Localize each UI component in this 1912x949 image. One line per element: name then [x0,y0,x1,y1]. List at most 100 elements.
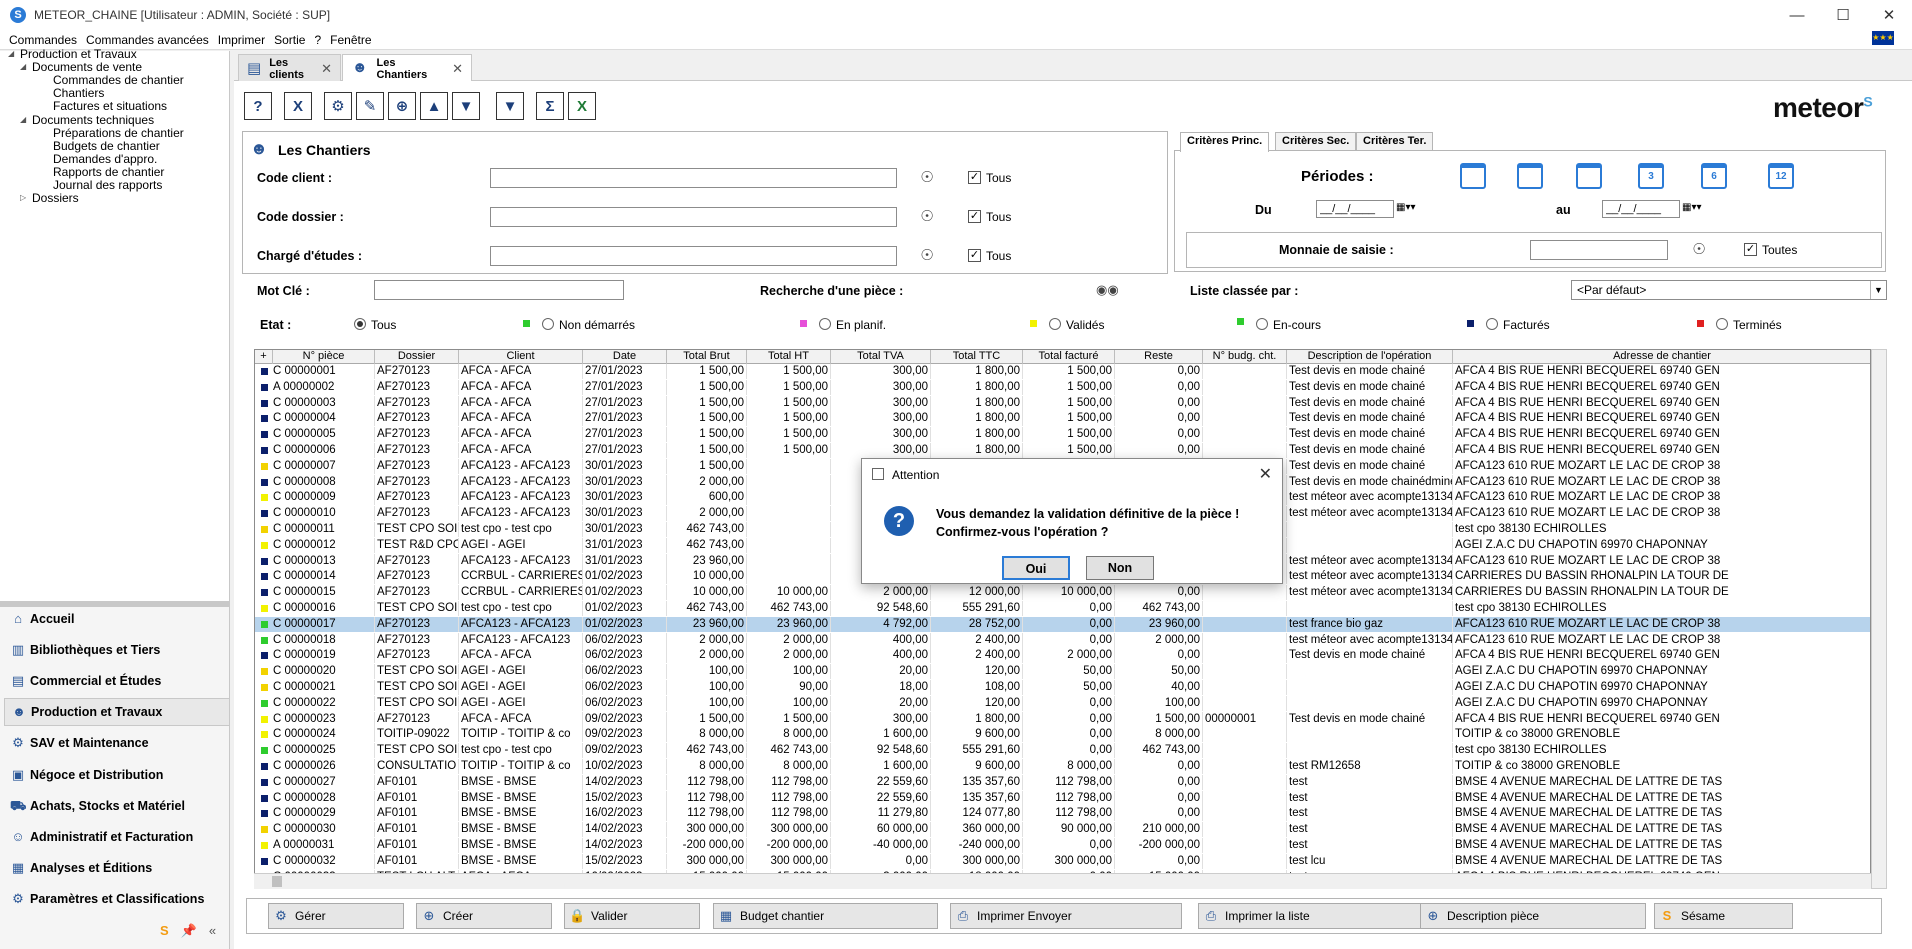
calendar-week-icon[interactable] [1517,163,1543,189]
non-button[interactable]: Non [1086,556,1154,580]
minimize-button[interactable]: — [1774,0,1820,30]
column-header[interactable]: Date [583,350,667,364]
menu-item[interactable]: Commandes [9,33,77,47]
tab-les-clients[interactable]: ▤ Les clients ✕ [238,54,341,82]
table-row[interactable]: C 00000023 AF270123 AFCA - AFCA 09/02/2023 1… [255,711,1870,727]
table-row[interactable]: C 00000003 AF270123 AFCA - AFCA 27/01/2023 1… [255,395,1870,411]
column-header[interactable]: N° pièce [273,350,375,364]
close-tab-icon[interactable]: ✕ [452,61,463,77]
nav-item[interactable]: ▥ Bibliothèques et Tiers [4,636,230,664]
menu-item[interactable]: Fenêtre [330,33,371,47]
maximize-button[interactable]: ☐ [1820,0,1866,30]
column-header[interactable]: Dossier [375,350,459,364]
move-down-button[interactable]: ▼ [452,92,480,120]
column-header[interactable]: Client [459,350,583,364]
menu-item[interactable]: Sortie [274,33,305,47]
tous-client-checkbox[interactable]: ✓ [968,171,981,184]
filter-button[interactable]: ▼ [496,92,524,120]
settings-button[interactable]: ⚙ [324,92,352,120]
calendar-3-months-icon[interactable]: 3 [1638,163,1664,189]
menu-item[interactable]: ? [314,33,321,47]
charge-etudes-input[interactable] [490,246,897,266]
vertical-scrollbar[interactable] [1871,349,1887,889]
table-row[interactable]: A 00000031 AF0101 BMSE - BMSE 14/02/2023 -20… [255,838,1870,853]
add-button[interactable]: ⊕ [388,92,416,120]
nav-item[interactable]: ⌂ Accueil [4,605,230,633]
table-row[interactable]: C 00000021 TEST CPO SOI AGEI - AGEI 06/02/2… [255,680,1870,695]
table-row[interactable]: C 00000005 AF270123 AFCA - AFCA 27/01/2023 1… [255,427,1870,443]
sum-button[interactable]: Σ [536,92,564,120]
tree-item[interactable]: Chantiers [53,86,104,100]
table-row[interactable]: C 00000018 AF270123 AFCA123 - AFCA123 06/02… [255,632,1870,648]
tous-dossier-checkbox[interactable]: ✓ [968,210,981,223]
date-from-input[interactable] [1316,200,1394,218]
column-header[interactable]: Reste [1115,350,1203,364]
table-row[interactable]: C 00000027 AF0101 BMSE - BMSE 14/02/2023 112… [255,774,1870,790]
table-row[interactable]: C 00000022 TEST CPO SOI AGEI - AGEI 06/02/2… [255,695,1870,711]
tree-item[interactable]: Rapports de chantier [53,165,164,179]
tree-expanded-icon[interactable]: ◢ [20,62,26,71]
edit-button[interactable]: ✎ [356,92,384,120]
picker-icon[interactable]: ☉ [918,208,936,226]
tree-item[interactable]: Documents techniques [32,113,154,127]
nav-item[interactable]: ☺ Administratif et Facturation [4,823,230,851]
table-row[interactable]: C 00000024 TOITIP-09022 TOITIP - TOITIP & … [255,727,1870,743]
move-up-button[interactable]: ▲ [420,92,448,120]
tree-expanded-icon[interactable]: ◢ [8,49,14,58]
oui-button[interactable]: Oui [1002,556,1070,580]
table-row[interactable]: C 00000025 TEST CPO SOI test cpo - test cp… [255,743,1870,759]
table-row[interactable]: C 00000001 AF270123 AFCA - AFCA 27/01/2023 1… [255,364,1870,379]
calendar-month-icon[interactable] [1576,163,1602,189]
column-header[interactable]: Total HT [747,350,831,364]
mot-cle-input[interactable] [374,280,624,300]
column-header[interactable]: Total TTC [931,350,1023,364]
table-row[interactable]: C 00000019 AF270123 AFCA - AFCA 06/02/2023 2… [255,648,1870,664]
table-row[interactable]: C 00000020 TEST CPO SOI AGEI - AGEI 06/02/2… [255,664,1870,680]
nav-item[interactable]: ⚙ Paramètres et Classifications [4,885,230,913]
close-window-button[interactable]: ✕ [1866,0,1912,30]
column-header[interactable]: Description de l'opération [1287,350,1453,364]
table-row[interactable]: C 00000030 AF0101 BMSE - BMSE 14/02/2023 300… [255,822,1870,838]
tree-item[interactable]: Factures et situations [53,99,167,113]
table-row[interactable]: C 00000032 AF0101 BMSE - BMSE 15/02/2023 300… [255,853,1870,869]
tree-item[interactable]: Dossiers [32,191,79,205]
close-tab-icon[interactable]: ✕ [321,61,332,77]
collapse-icon[interactable]: « [209,923,216,939]
tab-les-chantiers[interactable]: ☻ Les Chantiers ✕ [342,54,472,82]
tree-item[interactable]: Commandes de chantier [53,73,184,87]
tree-item[interactable]: Budgets de chantier [53,139,160,153]
pin-icon[interactable]: 📌 [181,923,197,939]
horizontal-scrollbar[interactable] [254,873,1871,889]
nav-item[interactable]: ☻ Production et Travaux [4,698,230,727]
column-header[interactable]: Total Brut [667,350,747,364]
monnaie-input[interactable] [1530,240,1668,260]
table-row[interactable]: C 00000028 AF0101 BMSE - BMSE 15/02/2023 112… [255,790,1870,806]
column-header[interactable]: Total TVA [831,350,931,364]
picker-icon[interactable]: ☉ [918,169,936,187]
nav-item[interactable]: ⚙ SAV et Maintenance [4,729,230,757]
menu-item[interactable]: Imprimer [218,33,265,47]
table-row[interactable]: C 00000006 AF270123 AFCA - AFCA 27/01/2023 1… [255,443,1870,458]
calendar-12-months-icon[interactable]: 12 [1768,163,1794,189]
tous-charge-checkbox[interactable]: ✓ [968,249,981,262]
date-to-input[interactable] [1602,200,1680,218]
calendar-day-icon[interactable] [1460,163,1486,189]
tree-item[interactable]: Journal des rapports [53,178,162,192]
etat-radio[interactable] [819,318,831,330]
tree-item[interactable]: Production et Travaux [20,47,137,61]
add-column-icon[interactable]: + [255,350,273,364]
binoculars-icon[interactable]: ◉◉ [1096,281,1119,299]
etat-radio[interactable] [1049,318,1061,330]
tree-item[interactable]: Préparations de chantier [53,126,184,140]
table-row[interactable]: C 00000016 TEST CPO SOI test cpo - test cp… [255,601,1870,616]
nav-item[interactable]: ▤ Commercial et Études [4,667,230,695]
code-client-input[interactable] [490,168,897,188]
table-row[interactable]: C 00000004 AF270123 AFCA - AFCA 27/01/2023 1… [255,411,1870,427]
etat-radio[interactable] [1486,318,1498,330]
column-header[interactable]: Total facturé [1023,350,1115,364]
table-row[interactable]: C 00000029 AF0101 BMSE - BMSE 16/02/2023 112… [255,806,1870,822]
calendar-6-months-icon[interactable]: 6 [1701,163,1727,189]
tree-item[interactable]: Documents de vente [32,60,142,74]
tree-collapsed-icon[interactable]: ▷ [20,193,26,202]
dialog-close-icon[interactable]: ✕ [1259,464,1272,484]
